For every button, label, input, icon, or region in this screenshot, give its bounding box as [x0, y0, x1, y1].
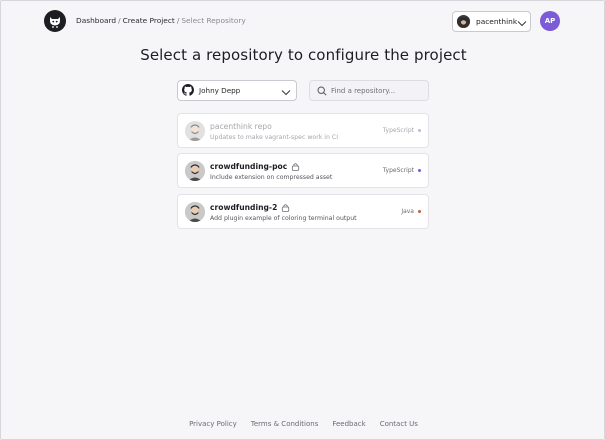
- language-color-dot: [418, 129, 421, 132]
- repository-name: pacenthink repo: [210, 122, 272, 131]
- chevron-down-icon: [281, 81, 291, 100]
- user-avatar: [457, 15, 470, 28]
- github-icon: [182, 81, 194, 100]
- repository-name-text: crowdfunding-poc: [210, 162, 288, 171]
- repository-name-text: crowdfunding-2: [210, 203, 278, 212]
- repository-item[interactable]: crowdfunding-2 Add plugin example of colo…: [177, 194, 429, 229]
- repository-language: Java: [401, 208, 421, 215]
- chevron-down-icon: [517, 12, 527, 31]
- repository-name: crowdfunding-2: [210, 203, 290, 212]
- footer-link-feedback[interactable]: Feedback: [332, 420, 365, 428]
- repository-language: TypeScript: [383, 167, 421, 174]
- owner-name: Johny Depp: [199, 86, 241, 95]
- repository-owner-avatar: [185, 161, 205, 181]
- app-frame: Dashboard / Create Project / Select Reposito…: [0, 0, 605, 440]
- user-name: pacenthink: [476, 17, 518, 26]
- language-color-dot: [418, 210, 421, 213]
- breadcrumb-separator: /: [118, 16, 121, 25]
- repository-owner-avatar: [185, 121, 205, 141]
- footer-link-privacy[interactable]: Privacy Policy: [189, 420, 237, 428]
- repository-language-label: TypeScript: [382, 167, 414, 174]
- footer-link-terms[interactable]: Terms & Conditions: [251, 420, 319, 428]
- owner-select-dropdown[interactable]: Johny Depp: [177, 80, 297, 101]
- account-avatar[interactable]: AP: [540, 11, 560, 31]
- lock-icon: [291, 162, 300, 171]
- repository-item: pacenthink repo Updates to make vagrant-s…: [177, 113, 429, 148]
- breadcrumb-separator: /: [176, 16, 180, 25]
- language-color-dot: [418, 169, 421, 172]
- user-select-dropdown[interactable]: pacenthink: [452, 11, 531, 32]
- repository-owner-avatar: [185, 202, 205, 222]
- page-title: Select a repository to configure the pro…: [140, 46, 467, 64]
- search-input[interactable]: [331, 86, 426, 95]
- repository-description: Add plugin example of coloring terminal …: [210, 215, 357, 222]
- breadcrumb: Dashboard / Create Project / Select Reposito…: [76, 16, 246, 25]
- breadcrumb-current: Select Repository: [181, 16, 246, 25]
- lock-icon: [281, 203, 290, 212]
- repository-language-label: TypeScript: [382, 127, 414, 134]
- repository-language: TypeScript: [383, 127, 421, 134]
- repository-language-label: Java: [401, 208, 414, 215]
- repository-name-text: pacenthink repo: [210, 122, 272, 131]
- footer: Privacy Policy Terms & Conditions Feedba…: [1, 420, 605, 428]
- breadcrumb-dashboard[interactable]: Dashboard: [76, 16, 116, 25]
- search-icon: [317, 81, 327, 100]
- repository-search[interactable]: [309, 80, 429, 101]
- footer-link-contact[interactable]: Contact Us: [380, 420, 418, 428]
- github-cat-logo-icon[interactable]: [44, 10, 66, 32]
- repository-item[interactable]: crowdfunding-poc Include extension on com…: [177, 153, 429, 188]
- repository-description: Include extension on compressed asset: [210, 174, 333, 181]
- breadcrumb-create-project[interactable]: Create Project: [123, 16, 175, 25]
- repository-name: crowdfunding-poc: [210, 162, 300, 171]
- repository-description: Updates to make vagrant-spec work in CI: [210, 134, 339, 141]
